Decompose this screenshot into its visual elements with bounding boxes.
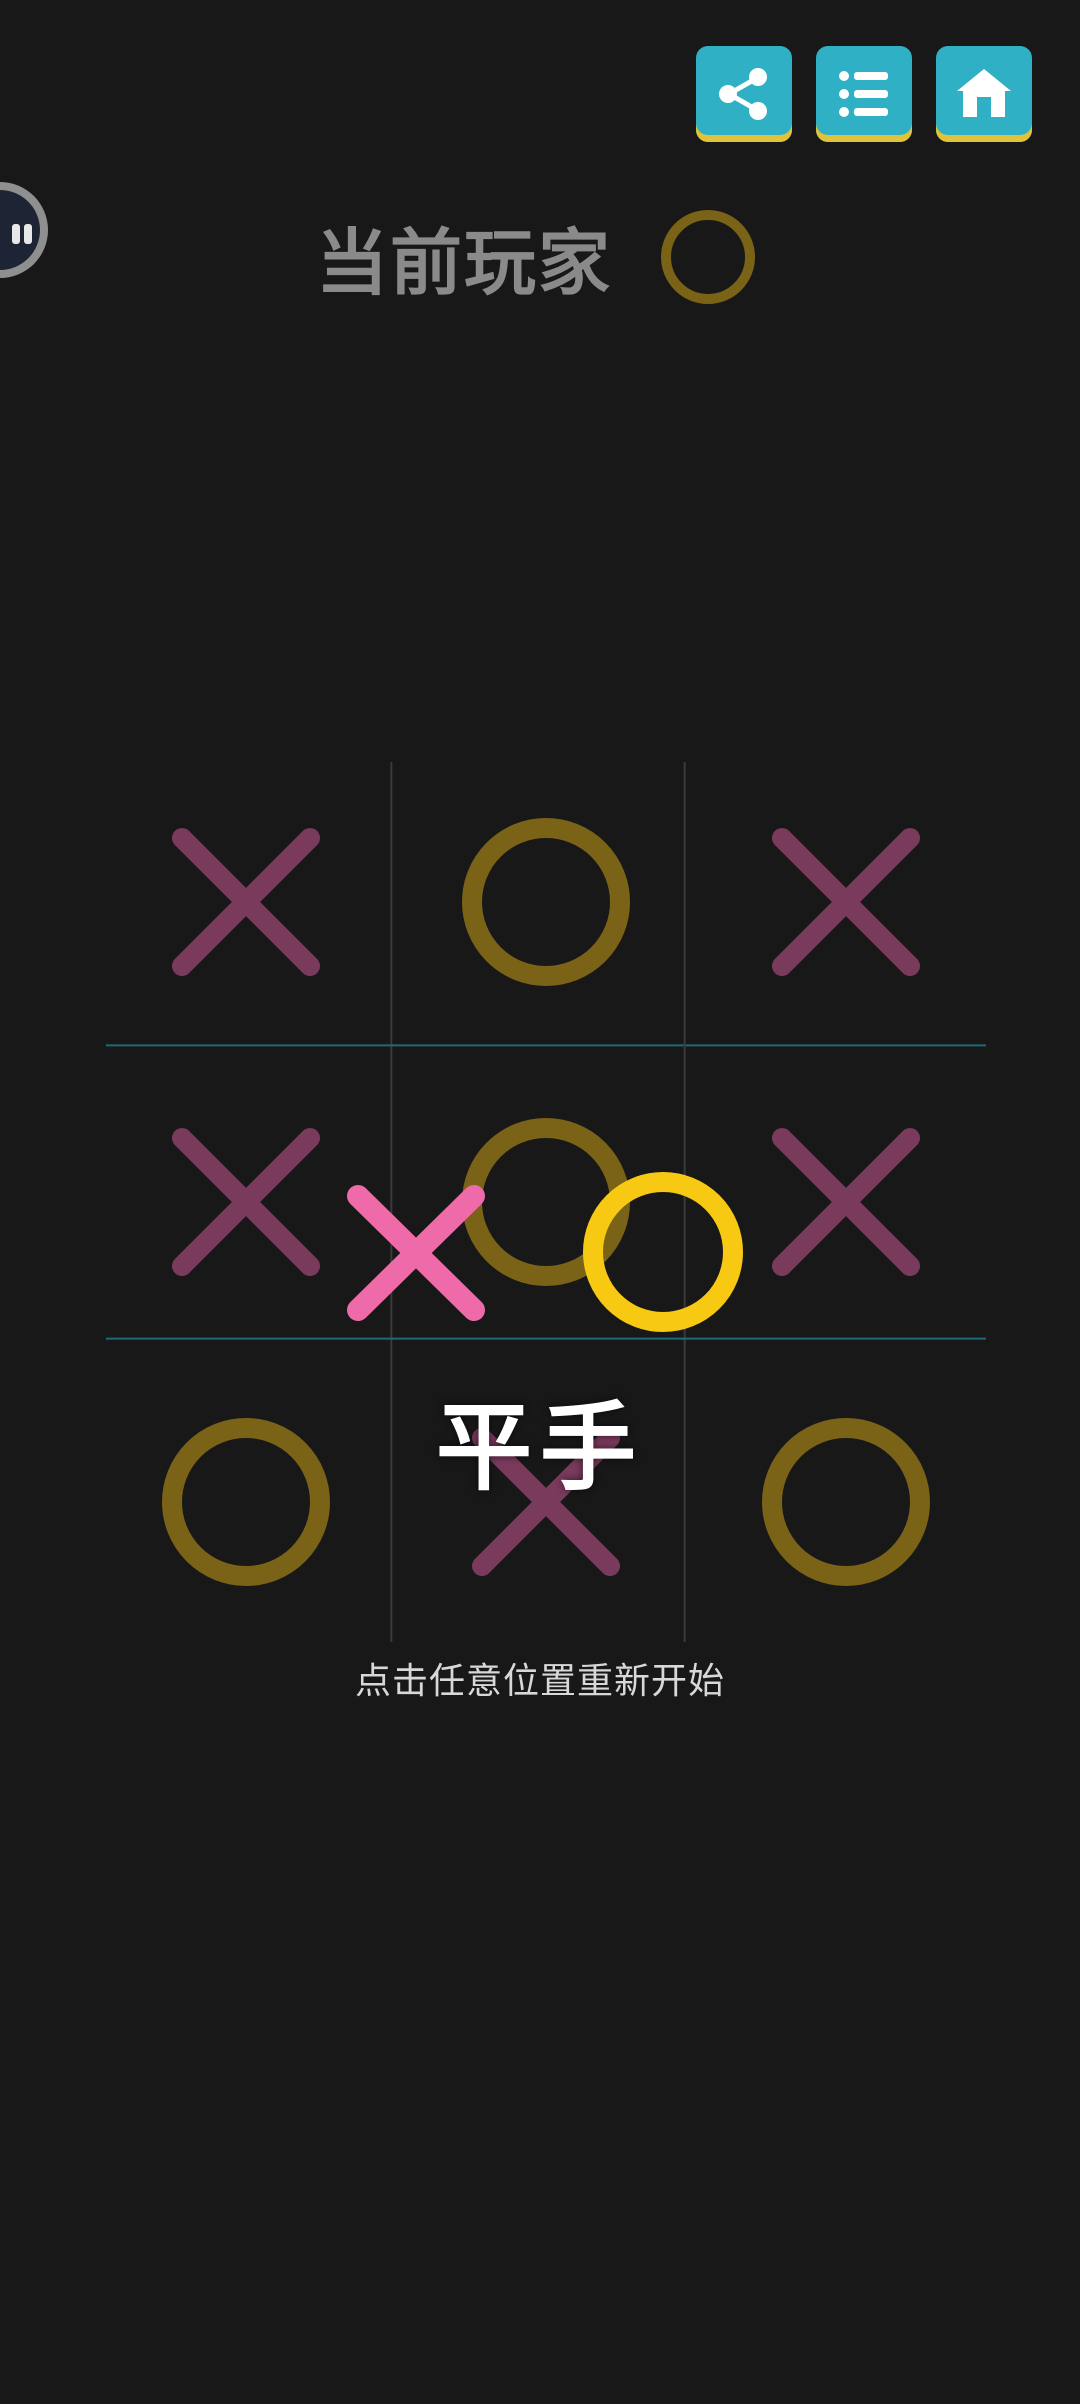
result-o-icon [583, 1172, 743, 1332]
result-overlay[interactable]: 平手 点击任意位置重新开始 [0, 0, 1080, 2404]
result-draw-text: 平手 [436, 1392, 644, 1504]
result-x-icon [347, 1185, 485, 1321]
result-marks [347, 1172, 743, 1332]
restart-hint: 点击任意位置重新开始 [354, 1661, 725, 1702]
